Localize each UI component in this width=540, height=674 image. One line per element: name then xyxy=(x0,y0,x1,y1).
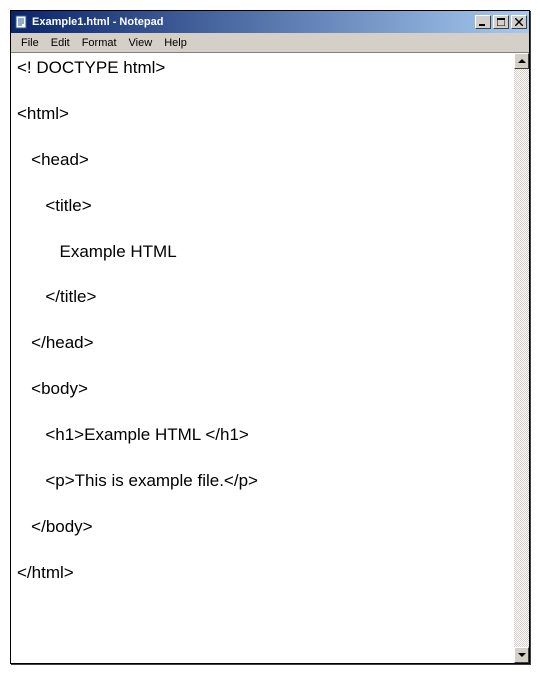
titlebar[interactable]: Example1.html - Notepad xyxy=(11,11,529,33)
menu-view[interactable]: View xyxy=(123,36,159,50)
close-button[interactable] xyxy=(511,15,527,29)
arrow-up-icon xyxy=(518,59,526,63)
text-editor[interactable]: <! DOCTYPE html> <html> <head> <title> E… xyxy=(11,53,513,663)
menu-file[interactable]: File xyxy=(15,36,45,50)
editor-area: <! DOCTYPE html> <html> <head> <title> E… xyxy=(11,52,529,663)
menu-format[interactable]: Format xyxy=(76,36,123,50)
notepad-icon xyxy=(13,14,29,30)
menu-edit[interactable]: Edit xyxy=(45,36,76,50)
menubar: File Edit Format View Help xyxy=(11,33,529,52)
arrow-down-icon xyxy=(518,653,526,657)
notepad-window: Example1.html - Notepad File Edit Format… xyxy=(10,10,530,664)
menu-help[interactable]: Help xyxy=(158,36,193,50)
minimize-button[interactable] xyxy=(475,15,491,29)
maximize-button[interactable] xyxy=(493,15,509,29)
window-title: Example1.html - Notepad xyxy=(32,16,473,28)
scroll-down-button[interactable] xyxy=(514,647,529,663)
scroll-track[interactable] xyxy=(514,69,529,647)
scroll-up-button[interactable] xyxy=(514,53,529,69)
window-controls xyxy=(473,15,527,29)
vertical-scrollbar[interactable] xyxy=(513,53,529,663)
